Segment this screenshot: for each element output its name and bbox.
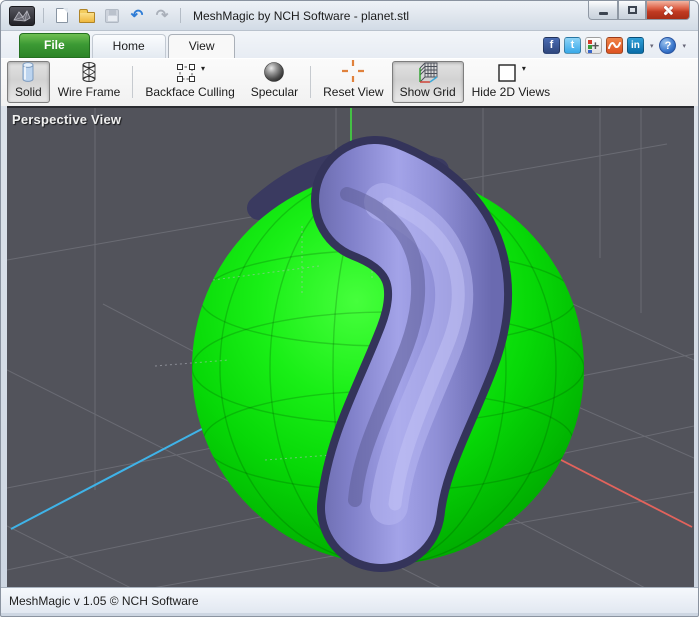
- show-grid-icon: [416, 60, 440, 84]
- ribbon-separator: [132, 66, 133, 98]
- close-icon: [663, 5, 674, 16]
- help-button[interactable]: ?: [659, 37, 676, 54]
- solid-button[interactable]: Solid: [7, 61, 50, 103]
- ribbon-tab-row: File Home View f t + in ▾ ? ▾: [1, 31, 698, 58]
- close-button[interactable]: [646, 1, 690, 20]
- specular-label: Specular: [251, 85, 298, 99]
- maximize-button[interactable]: [618, 1, 646, 20]
- hide-2d-dropdown-arrow-icon[interactable]: ▾: [522, 64, 526, 73]
- scene-canvas: [7, 108, 694, 589]
- tab-file[interactable]: File: [19, 33, 90, 58]
- linkedin-icon[interactable]: in: [627, 37, 644, 54]
- backface-dropdown-arrow-icon[interactable]: ▾: [201, 64, 205, 73]
- perspective-viewport[interactable]: Perspective View: [7, 106, 694, 587]
- app-window: ↶ ↷ MeshMagic by NCH Software - planet.s…: [0, 0, 699, 617]
- viewport-label: Perspective View: [12, 112, 121, 127]
- social-links: f t + in ▾ ? ▾: [543, 37, 698, 58]
- tab-view[interactable]: View: [168, 34, 236, 58]
- reset-view-button[interactable]: Reset View: [315, 61, 391, 103]
- window-title: MeshMagic by NCH Software - planet.stl: [193, 9, 409, 23]
- wire-frame-button[interactable]: Wire Frame: [50, 61, 129, 103]
- show-grid-label: Show Grid: [400, 85, 456, 99]
- save-floppy-icon: [105, 9, 119, 23]
- hide-2d-views-label: Hide 2D Views: [472, 85, 550, 99]
- open-file-button[interactable]: [77, 6, 97, 26]
- reset-view-label: Reset View: [323, 85, 383, 99]
- wire-frame-label: Wire Frame: [58, 85, 121, 99]
- solid-label: Solid: [15, 85, 42, 99]
- titlebar-separator: [43, 8, 44, 23]
- hide-2d-views-icon: [496, 62, 518, 84]
- wire-frame-icon: [77, 60, 101, 84]
- tab-home[interactable]: Home: [92, 34, 166, 58]
- reset-view-icon: [340, 58, 366, 84]
- toolbar-overflow-chevron-icon[interactable]: ▾: [650, 42, 654, 50]
- backface-culling-label: Backface Culling: [145, 85, 234, 99]
- minimize-button[interactable]: [588, 1, 618, 20]
- help-dropdown-arrow-icon[interactable]: ▾: [682, 42, 686, 50]
- ribbon-separator: [310, 66, 311, 98]
- specular-icon: [262, 60, 286, 84]
- nch-wave-icon[interactable]: [606, 37, 623, 54]
- app-logo-icon: [9, 6, 35, 26]
- status-bar: MeshMagic v 1.05 © NCH Software: [1, 587, 698, 613]
- google-plus-glyph: +: [592, 39, 600, 52]
- backface-culling-icon: [175, 62, 197, 84]
- specular-button[interactable]: Specular: [243, 61, 306, 103]
- redo-icon: ↷: [156, 8, 169, 23]
- undo-button[interactable]: ↶: [127, 6, 147, 26]
- view-ribbon: Solid Wire Frame ▾ Backf: [1, 58, 698, 106]
- new-file-button[interactable]: [52, 6, 72, 26]
- twitter-icon[interactable]: t: [564, 37, 581, 54]
- window-controls: [588, 1, 690, 20]
- new-file-icon: [56, 8, 68, 23]
- titlebar-separator: [180, 8, 181, 23]
- save-button[interactable]: [102, 6, 122, 26]
- show-grid-button[interactable]: Show Grid: [392, 61, 464, 103]
- backface-culling-button[interactable]: ▾ Backface Culling: [137, 61, 242, 103]
- undo-icon: ↶: [131, 8, 144, 23]
- facebook-icon[interactable]: f: [543, 37, 560, 54]
- minimize-icon: [599, 12, 608, 15]
- solid-icon: [16, 60, 40, 84]
- maximize-icon: [628, 6, 637, 14]
- google-plus-icon[interactable]: +: [585, 37, 602, 54]
- redo-button[interactable]: ↷: [152, 6, 172, 26]
- open-folder-icon: [79, 12, 95, 23]
- hide-2d-views-button[interactable]: ▾ Hide 2D Views: [464, 61, 558, 103]
- status-text: MeshMagic v 1.05 © NCH Software: [9, 594, 199, 608]
